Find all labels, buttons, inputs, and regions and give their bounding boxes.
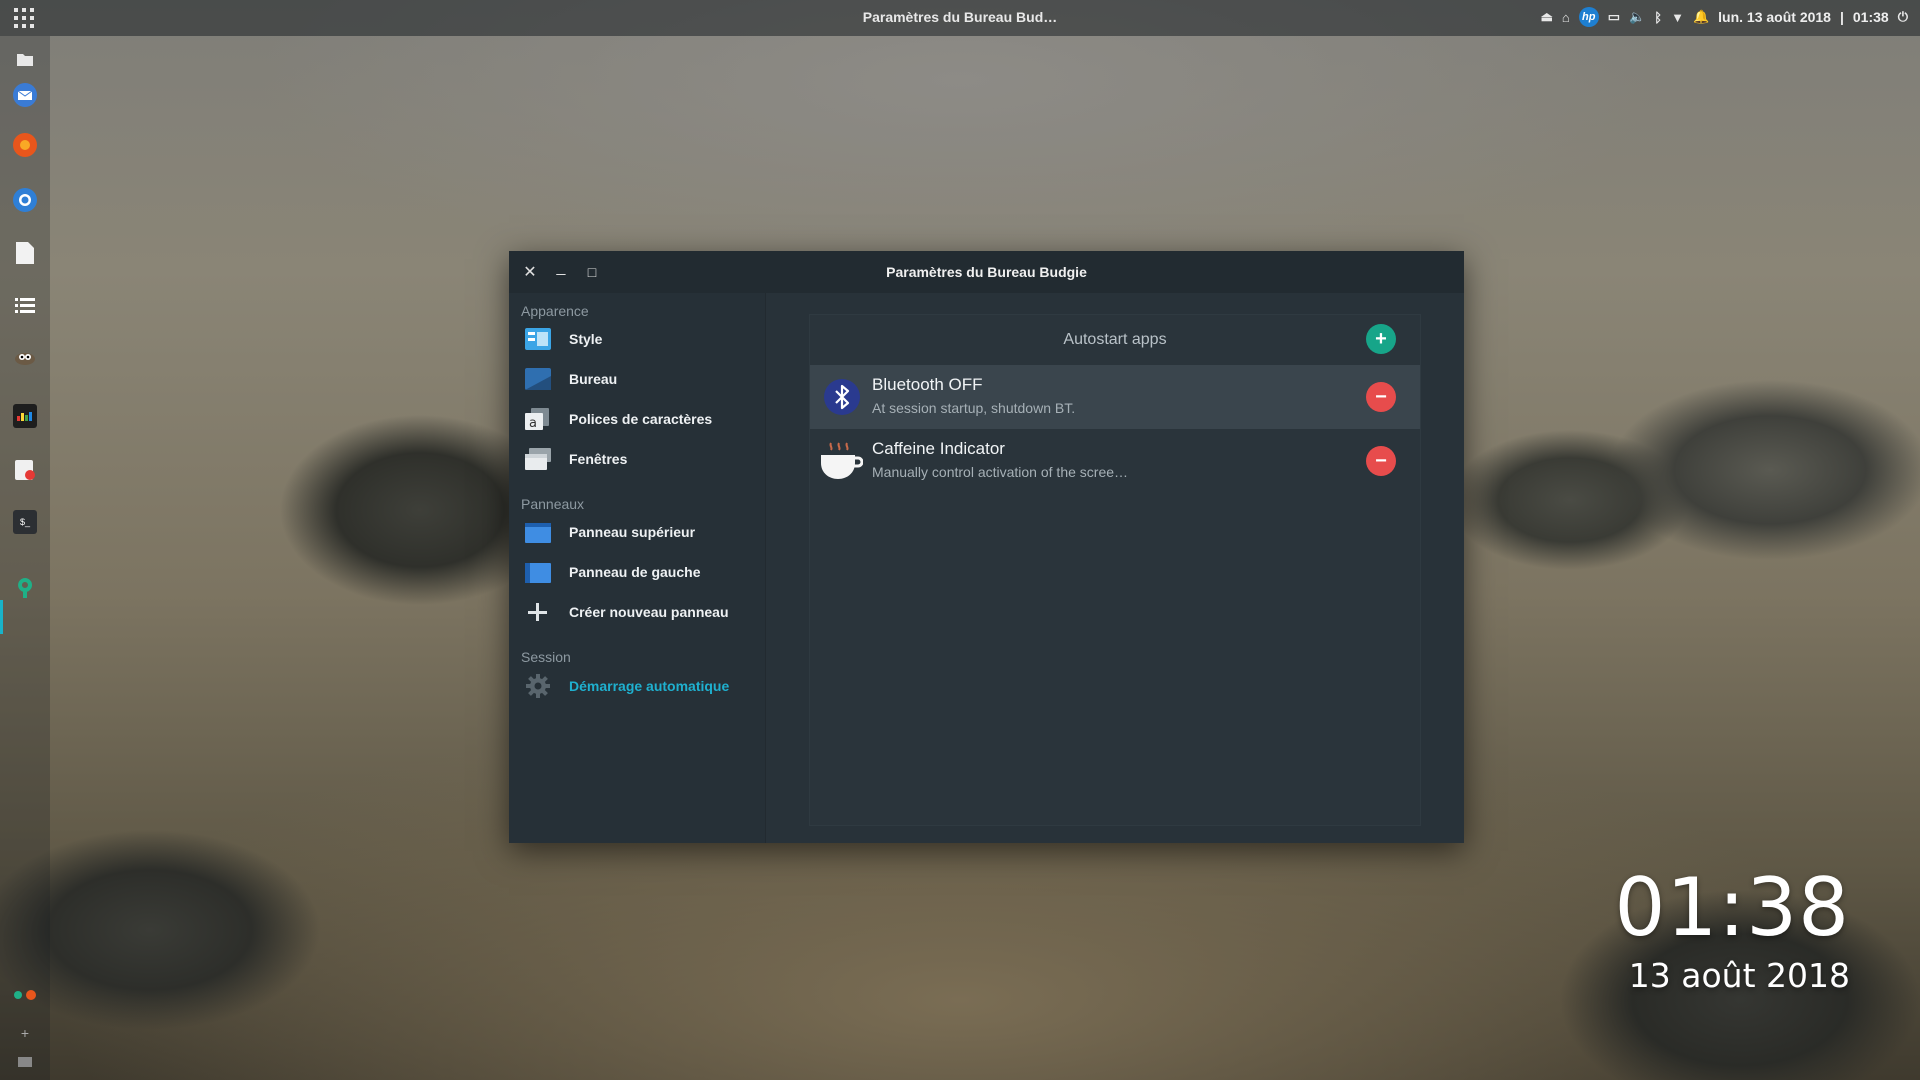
sidebar-item-label: Démarrage automatique xyxy=(569,678,730,694)
sidebar-item-label: Panneau supérieur xyxy=(569,524,696,540)
sidebar-item-label: Polices de caractères xyxy=(569,411,713,427)
remove-autostart-button[interactable]: − xyxy=(1366,446,1396,476)
sidebar-item-style[interactable]: Style xyxy=(509,321,765,357)
app-name: Caffeine Indicator xyxy=(872,439,1005,458)
files-icon[interactable] xyxy=(13,47,37,71)
notification-bell-icon[interactable]: 🔔 xyxy=(1693,9,1709,25)
autostart-row-caffeine[interactable]: Caffeine Indicator Manually control acti… xyxy=(810,429,1420,493)
coffee-cup-icon xyxy=(821,442,863,479)
sidebar-item-label: Style xyxy=(569,331,603,347)
budgie-settings-icon[interactable] xyxy=(13,576,37,600)
app-description: At session startup, shutdown BT. xyxy=(872,400,1076,416)
sidebar-item-label: Panneau de gauche xyxy=(569,564,701,580)
text-editor-icon[interactable] xyxy=(13,241,37,265)
sidebar-item-fenetres[interactable]: Fenêtres xyxy=(509,441,765,477)
wifi-icon[interactable]: ▼ xyxy=(1671,10,1684,25)
tray-small-icons[interactable] xyxy=(13,983,37,1007)
eject-icon[interactable]: ⏏ xyxy=(1541,9,1553,25)
autostart-header: Autostart apps + xyxy=(810,315,1420,365)
top-panel-icon xyxy=(525,523,551,543)
plus-icon xyxy=(528,603,547,621)
top-panel: Paramètres du Bureau Bud… ⏏ ⌂ hp ▭ 🔈 ᛒ ▼… xyxy=(0,0,1920,36)
battery-icon[interactable]: ▭ xyxy=(1608,9,1620,25)
sidebar-item-demarrage-auto[interactable]: Démarrage automatique xyxy=(509,668,765,704)
desklet-date: 13 août 2018 xyxy=(1628,956,1850,995)
sidebar-item-polices[interactable]: a Polices de caractères xyxy=(509,401,765,437)
autostart-row-bluetooth[interactable]: Bluetooth OFF At session startup, shutdo… xyxy=(810,365,1420,429)
left-dock: $_ + xyxy=(0,36,50,1080)
sidebar-item-panneau-superieur[interactable]: Panneau supérieur xyxy=(509,514,765,550)
clock-date[interactable]: lun. 13 août 2018 xyxy=(1718,9,1831,25)
desklet-time: 01:38 xyxy=(1614,861,1850,954)
active-app-indicator xyxy=(0,600,3,634)
left-panel-icon xyxy=(525,563,551,583)
bluetooth-icon xyxy=(824,379,860,415)
system-tray: ⏏ ⌂ hp ▭ 🔈 ᛒ ▼ 🔔 lun. 13 août 2018 | 01:… xyxy=(1541,7,1908,27)
svg-text:a: a xyxy=(529,416,537,430)
desktop-icon xyxy=(525,368,551,390)
window-header[interactable]: ✕ _ □ Paramètres du Bureau Budgie xyxy=(509,251,1464,293)
sidebar-item-label: Fenêtres xyxy=(569,451,628,467)
sidebar-item-bureau[interactable]: Bureau xyxy=(509,361,765,397)
drawing-icon[interactable] xyxy=(13,458,37,482)
autostart-title: Autostart apps xyxy=(1063,331,1167,348)
settings-sidebar: Apparence Style Bureau a Polices de cara… xyxy=(509,293,766,843)
clock-time[interactable]: 01:38 xyxy=(1853,9,1889,25)
bluetooth-icon[interactable]: ᛒ xyxy=(1654,10,1662,25)
clock-separator: | xyxy=(1839,9,1844,25)
power-icon[interactable]: ⏻ xyxy=(1898,9,1908,25)
firefox-icon[interactable] xyxy=(13,133,37,157)
gear-icon xyxy=(526,674,550,698)
sidebar-item-creer-panneau[interactable]: Créer nouveau panneau xyxy=(509,594,765,630)
volume-icon[interactable]: 🔈 xyxy=(1629,9,1645,25)
style-icon xyxy=(525,328,551,350)
gimp-icon[interactable] xyxy=(13,346,37,370)
autostart-panel: Autostart apps + Bluetooth OFF At sessio… xyxy=(809,314,1421,826)
sidebar-item-label: Bureau xyxy=(569,371,618,387)
section-apparence: Apparence xyxy=(521,303,589,319)
system-monitor-icon[interactable] xyxy=(13,404,37,428)
sidebar-item-label: Créer nouveau panneau xyxy=(569,604,729,620)
show-desktop-icon[interactable] xyxy=(13,1050,37,1074)
app-name: Bluetooth OFF xyxy=(872,375,983,394)
app-description: Manually control activation of the scree… xyxy=(872,464,1129,480)
budgie-settings-window: ✕ _ □ Paramètres du Bureau Budgie Appare… xyxy=(509,251,1464,843)
add-launcher-button[interactable]: + xyxy=(13,1021,37,1045)
fonts-icon: a xyxy=(525,408,549,430)
section-session: Session xyxy=(521,649,571,665)
sidebar-item-panneau-gauche[interactable]: Panneau de gauche xyxy=(509,554,765,590)
remove-autostart-button[interactable]: − xyxy=(1366,382,1396,412)
hp-icon[interactable]: hp xyxy=(1578,7,1599,27)
windows-icon xyxy=(525,448,551,470)
section-panneaux: Panneaux xyxy=(521,496,585,512)
task-list-icon[interactable] xyxy=(13,294,37,318)
chromium-icon[interactable] xyxy=(13,188,37,212)
terminal-icon[interactable]: $_ xyxy=(13,510,37,534)
desktop-clock-desklet: 01:38 13 août 2018 xyxy=(1614,861,1850,996)
window-title: Paramètres du Bureau Budgie xyxy=(886,264,1087,280)
home-icon[interactable]: ⌂ xyxy=(1562,10,1570,25)
add-autostart-button[interactable]: + xyxy=(1366,324,1396,354)
thunderbird-icon[interactable] xyxy=(13,83,37,107)
